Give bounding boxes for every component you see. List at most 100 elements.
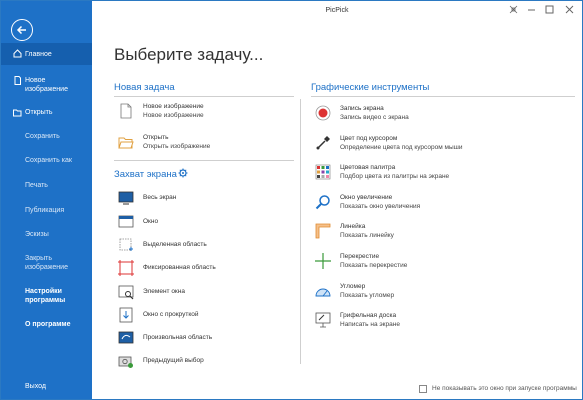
tool-screen-record[interactable]: Запись экрана Запись видео с экрана bbox=[315, 105, 565, 123]
startup-checkbox[interactable] bbox=[419, 385, 427, 393]
open-image-item[interactable]: Открыть Открыть изображение bbox=[118, 134, 288, 152]
item-title: Фиксированная область bbox=[143, 264, 216, 271]
item-desc: Запись видео с экрана bbox=[340, 114, 409, 121]
sidebar-item-label: Публикация bbox=[25, 207, 65, 214]
tool-color-palette[interactable]: Цветовая палитра Подбор цвета из палитры… bbox=[315, 164, 565, 182]
sidebar-item-close-image[interactable]: Закрыть изображение bbox=[1, 254, 92, 274]
item-title: Элемент окна bbox=[143, 288, 185, 295]
title-bar: PicPick bbox=[92, 1, 582, 23]
capture-title: Захват экрана bbox=[114, 169, 177, 180]
tool-protractor[interactable]: Угломер Показать угломер bbox=[315, 283, 565, 301]
new-file-icon bbox=[14, 76, 21, 85]
sidebar-item-label: Открыть bbox=[25, 109, 53, 116]
capture-scrolling-window[interactable]: Окно с прокруткой bbox=[118, 307, 288, 325]
graphics-divider bbox=[311, 96, 575, 97]
camera-icon bbox=[118, 356, 133, 368]
record-icon bbox=[315, 105, 331, 121]
sidebar-item-label: Закрыть изображение bbox=[25, 255, 68, 271]
startup-checkbox-label: Не показывать это окно при запуске прогр… bbox=[432, 385, 577, 392]
pin-icon bbox=[509, 5, 517, 14]
item-title: Грифельная доска bbox=[340, 312, 397, 319]
tool-ruler[interactable]: Линейка Показать линейку bbox=[315, 223, 565, 241]
arrow-left-icon bbox=[16, 25, 26, 35]
sidebar-item-label: Печать bbox=[25, 182, 48, 189]
minimize-button[interactable] bbox=[524, 5, 538, 17]
item-title: Цветовая палитра bbox=[340, 164, 396, 171]
new-image-icon bbox=[120, 103, 132, 119]
tool-crosshair[interactable]: Перекрестие Показать перекрестие bbox=[315, 253, 565, 271]
sidebar-item-settings[interactable]: Настройки программы bbox=[1, 287, 92, 307]
capture-window-element[interactable]: Элемент окна bbox=[118, 284, 288, 302]
item-title: Линейка bbox=[340, 223, 366, 230]
folder-open-icon bbox=[13, 109, 22, 117]
gear-icon[interactable] bbox=[178, 168, 188, 178]
item-title: Выделенная область bbox=[143, 241, 207, 248]
sidebar: Главное Новое изображение Открыть Сохран… bbox=[1, 1, 92, 399]
item-title: Запись экрана bbox=[340, 105, 384, 112]
palette-icon bbox=[315, 164, 331, 180]
sidebar-item-label: Выход bbox=[25, 383, 46, 390]
picpick-window: Главное Новое изображение Открыть Сохран… bbox=[0, 0, 583, 400]
sidebar-item-label: Сохранить bbox=[25, 133, 60, 140]
eyedropper-icon bbox=[316, 136, 330, 150]
window-icon bbox=[118, 215, 134, 228]
capture-window[interactable]: Окно bbox=[118, 214, 288, 232]
sidebar-item-publish[interactable]: Публикация bbox=[1, 206, 92, 216]
tool-color-picker[interactable]: Цвет под курсором Определение цвета под … bbox=[315, 135, 565, 153]
back-button[interactable] bbox=[11, 19, 33, 41]
sidebar-item-thumbnails[interactable]: Эскизы bbox=[1, 230, 92, 240]
close-button[interactable] bbox=[562, 5, 576, 17]
sidebar-item-label: Новое изображение bbox=[25, 77, 68, 93]
item-desc: Показать перекрестие bbox=[340, 262, 408, 269]
capture-region[interactable]: Выделенная область bbox=[118, 237, 288, 255]
item-desc: Показать угломер bbox=[340, 292, 395, 299]
sidebar-item-label: Сохранить как bbox=[25, 157, 72, 164]
protractor-icon bbox=[315, 288, 331, 297]
item-desc: Показать окно увеличения bbox=[340, 203, 421, 210]
item-desc: Подбор цвета из палитры на экране bbox=[340, 173, 450, 180]
minimize-icon bbox=[527, 9, 535, 11]
sidebar-item-about[interactable]: О программе bbox=[1, 320, 92, 330]
item-desc: Открыть изображение bbox=[143, 143, 211, 150]
item-desc: Новое изображение bbox=[143, 112, 204, 119]
monitor-icon bbox=[118, 191, 134, 205]
page-title: Выберите задачу... bbox=[114, 45, 264, 64]
freehand-icon bbox=[118, 331, 134, 344]
capture-freehand[interactable]: Произвольная область bbox=[118, 330, 288, 348]
item-title: Предыдущий выбор bbox=[143, 357, 204, 364]
item-desc: Определение цвета под курсором мыши bbox=[340, 144, 463, 151]
item-title: Перекрестие bbox=[340, 253, 380, 260]
item-title: Произвольная область bbox=[143, 334, 213, 341]
crosshair-icon bbox=[315, 253, 331, 269]
sidebar-item-exit[interactable]: Выход bbox=[1, 382, 92, 392]
graphics-title: Графические инструменты bbox=[311, 82, 430, 93]
item-title: Окно bbox=[143, 218, 159, 225]
capture-previous[interactable]: Предыдущий выбор bbox=[118, 353, 288, 371]
maximize-icon bbox=[545, 5, 553, 14]
tool-whiteboard[interactable]: Грифельная доска Написать на экране bbox=[315, 312, 565, 330]
new-task-title: Новая задача bbox=[114, 82, 175, 93]
item-title: Цвет под курсором bbox=[340, 135, 398, 142]
capture-fullscreen[interactable]: Весь экран bbox=[118, 190, 288, 208]
sidebar-item-save-as[interactable]: Сохранить как bbox=[1, 156, 92, 166]
sidebar-item-save[interactable]: Сохранить bbox=[1, 132, 92, 142]
sidebar-item-home[interactable]: Главное bbox=[1, 43, 92, 65]
sidebar-item-new-image[interactable]: Новое изображение bbox=[1, 76, 92, 96]
item-title: Окно с прокруткой bbox=[143, 311, 199, 318]
maximize-button[interactable] bbox=[542, 5, 556, 17]
sidebar-item-open[interactable]: Открыть bbox=[1, 108, 92, 118]
capture-fixed-region[interactable]: Фиксированная область bbox=[118, 260, 288, 278]
tool-magnifier[interactable]: Окно увеличение Показать окно увеличения bbox=[315, 194, 565, 212]
left-divider bbox=[114, 160, 294, 161]
home-icon bbox=[13, 49, 22, 58]
whiteboard-icon bbox=[315, 312, 331, 328]
scroll-window-icon bbox=[119, 307, 133, 323]
pin-button[interactable] bbox=[506, 5, 520, 17]
column-divider bbox=[300, 99, 301, 364]
item-title: Угломер bbox=[340, 283, 366, 290]
item-title: Весь экран bbox=[143, 194, 177, 201]
new-image-item[interactable]: Новое изображение Новое изображение bbox=[118, 103, 288, 121]
fixed-region-icon bbox=[118, 260, 134, 276]
ruler-icon bbox=[315, 223, 331, 239]
sidebar-item-print[interactable]: Печать bbox=[1, 181, 92, 191]
